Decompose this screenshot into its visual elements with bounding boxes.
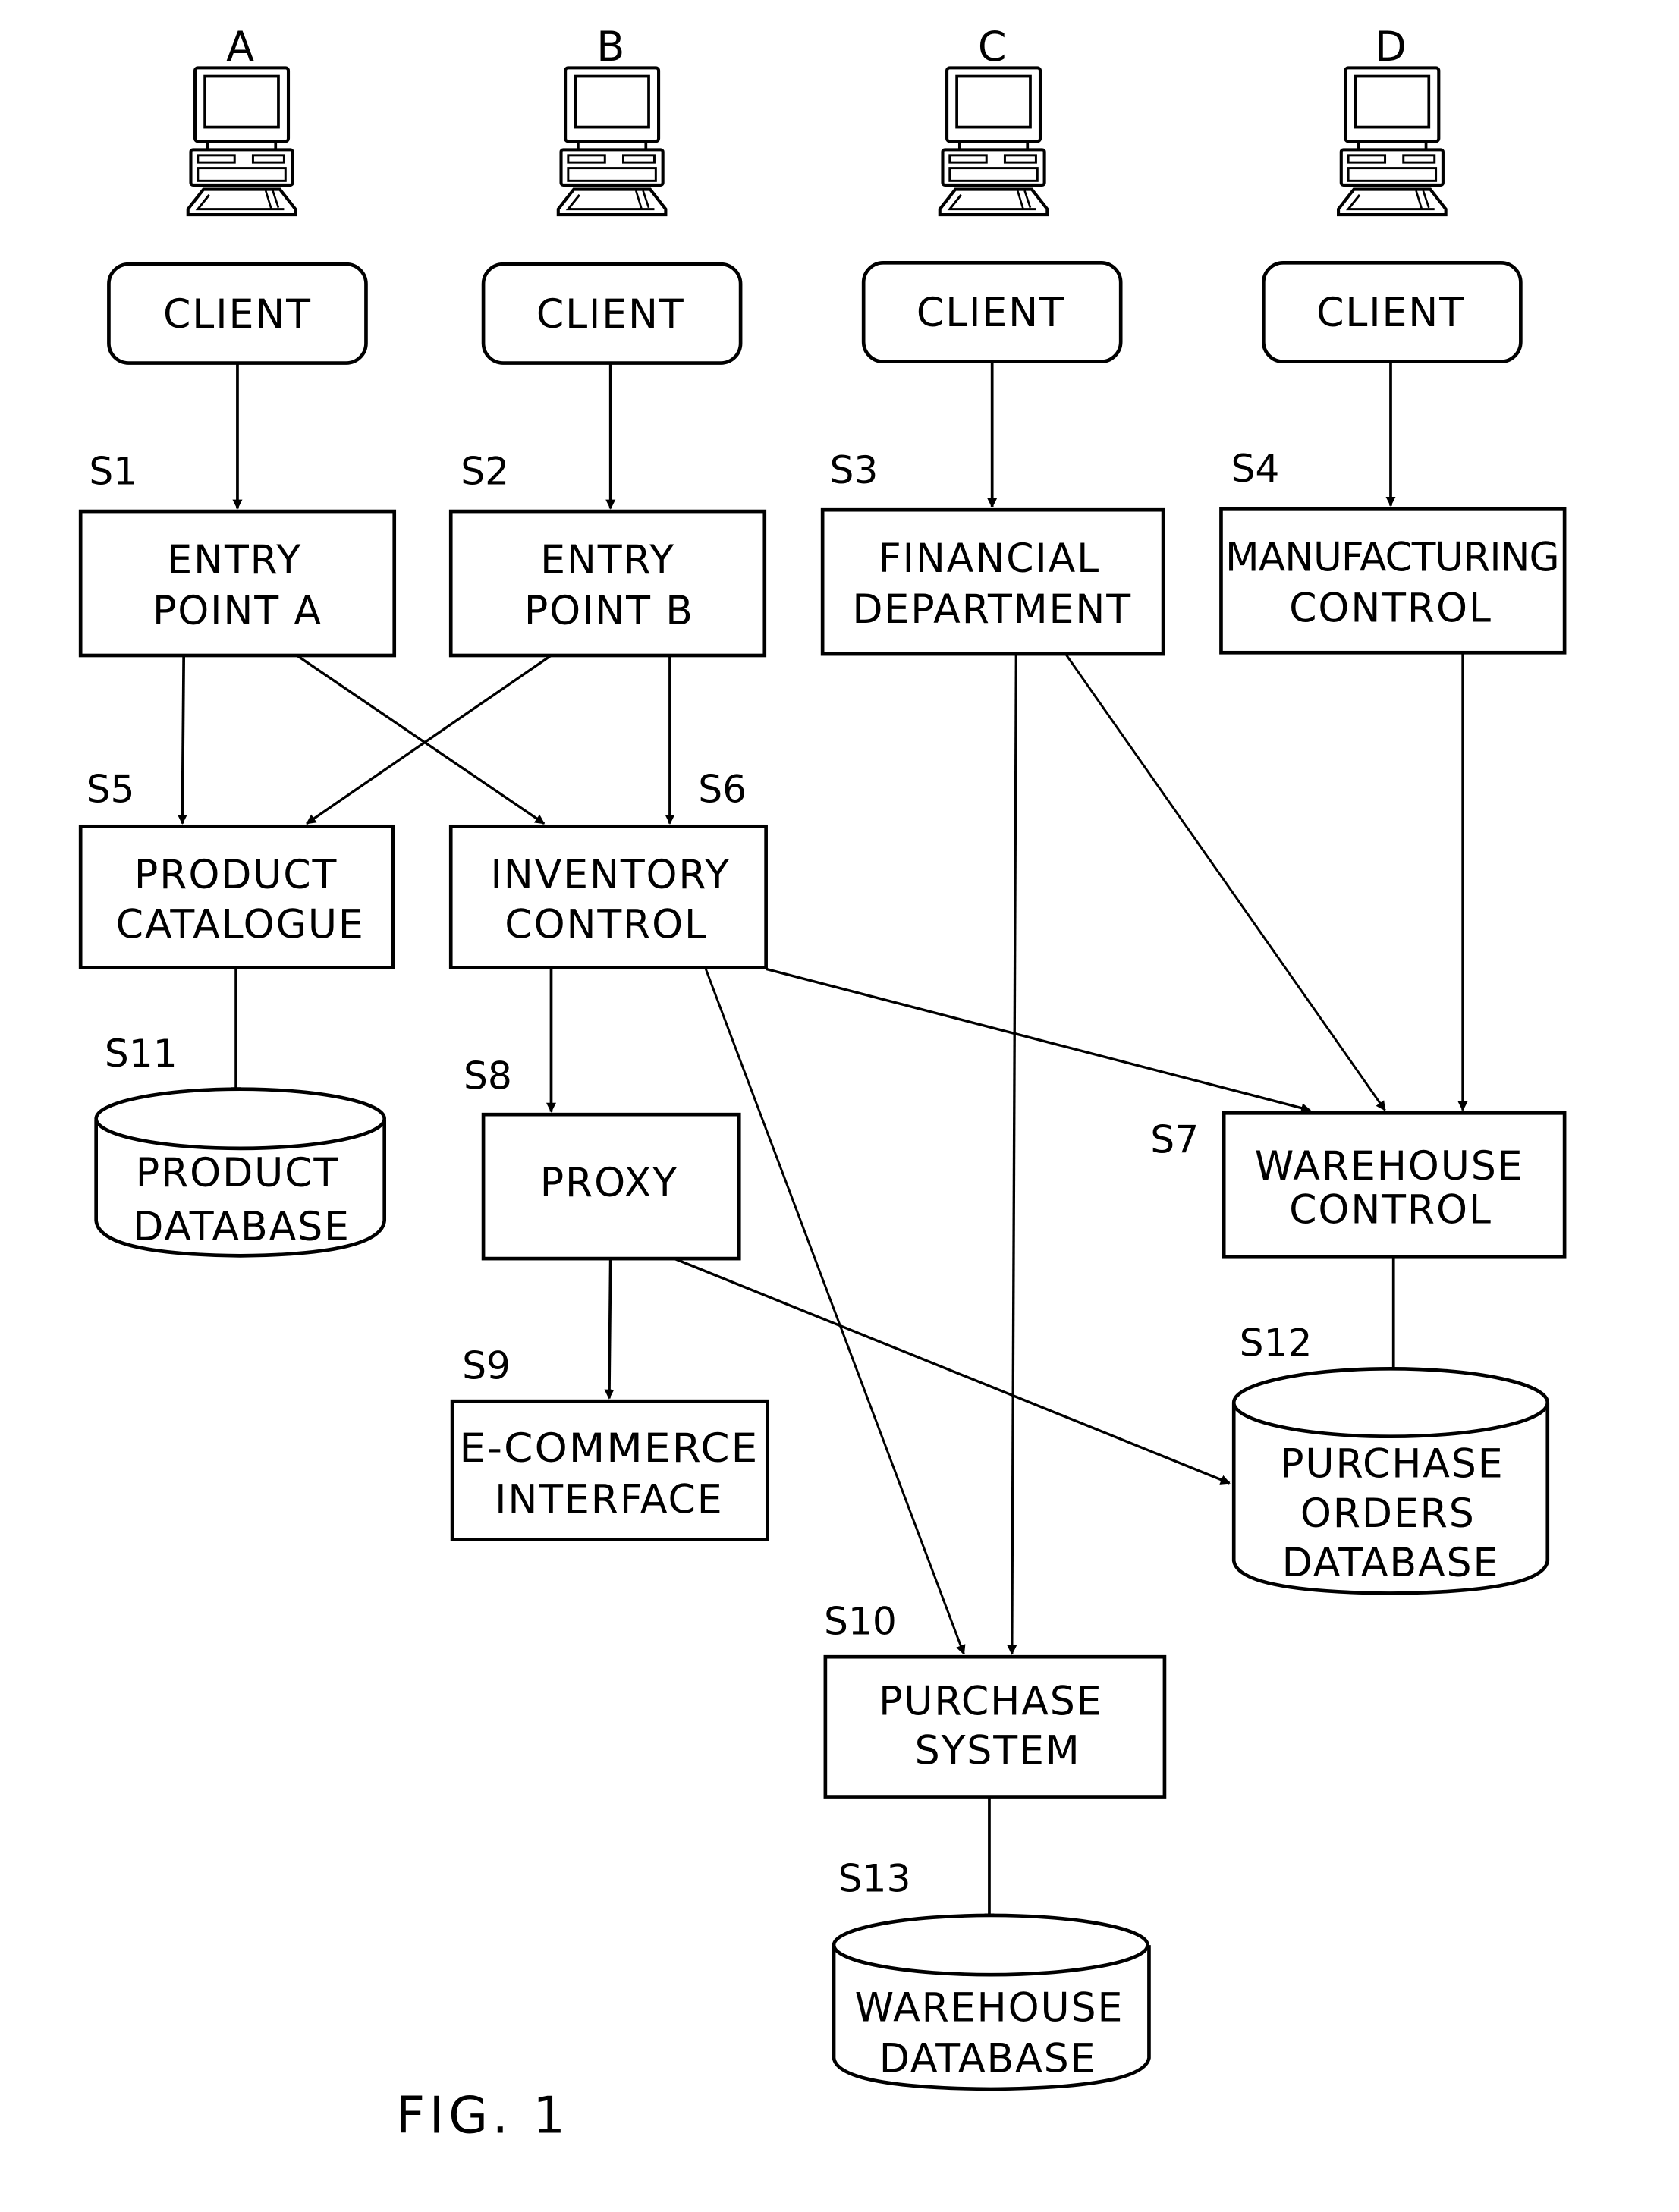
- step-label-s5: S5: [86, 767, 135, 812]
- node-text-line: ENTRY: [167, 538, 302, 583]
- client-label-d: CLIENT: [1316, 291, 1465, 336]
- node-s4: S4 MANUFACTURING CONTROL: [1219, 446, 1567, 655]
- node-text-line: PROXY: [540, 1161, 678, 1206]
- node-text-line: POINT B: [524, 589, 694, 634]
- edge-s2-s5: [306, 654, 552, 825]
- node-text-line: DATABASE: [133, 1205, 351, 1250]
- step-label-s10: S10: [824, 1598, 897, 1643]
- step-label-s1: S1: [89, 449, 137, 494]
- step-label-s8: S8: [464, 1054, 512, 1098]
- step-label-s11: S11: [105, 1031, 178, 1076]
- desktop-computer-icon: [558, 68, 666, 215]
- desktop-computer-icon: [940, 68, 1048, 215]
- client-label-b: CLIENT: [536, 292, 685, 338]
- node-text-line: MANUFACTURING: [1225, 535, 1559, 580]
- client-label-a: CLIENT: [163, 292, 312, 338]
- node-text-line: PURCHASE: [879, 1679, 1102, 1725]
- client-column-C: C CLIENT: [861, 23, 1123, 364]
- step-label-s7: S7: [1150, 1117, 1199, 1161]
- edge-s1-s6: [296, 654, 546, 825]
- edge-s6-s10: [704, 966, 966, 1655]
- node-s6: S6 INVENTORY CONTROL: [448, 767, 768, 969]
- edge-s6-s7: [766, 967, 1312, 1113]
- step-label-s12: S12: [1240, 1321, 1313, 1365]
- edge-s3-s10: [1007, 654, 1018, 1655]
- node-text-line: PURCHASE: [1280, 1442, 1504, 1488]
- node-text-line: ENTRY: [540, 538, 675, 583]
- client-column-A: A CLIENT: [107, 23, 368, 365]
- figure-label: FIG. 1: [396, 2086, 570, 2145]
- node-s13: S13 WAREHOUSE DATABASE: [832, 1855, 1151, 2091]
- client-column-B: B CLIENT: [481, 23, 743, 365]
- node-s10: S10 PURCHASE SYSTEM: [823, 1598, 1167, 1799]
- node-s12: S12 PURCHASE ORDERS DATABASE: [1231, 1321, 1550, 1595]
- edge-s1-s5: [177, 655, 187, 825]
- node-s11: S11 PRODUCT DATABASE: [94, 1031, 387, 1258]
- step-label-s13: S13: [838, 1855, 911, 1900]
- node-text-line: WAREHOUSE: [1255, 1144, 1524, 1189]
- step-label-s6: S6: [698, 767, 747, 812]
- node-text-line: CONTROL: [1289, 586, 1492, 631]
- node-text-line: CONTROL: [505, 902, 708, 947]
- node-text-line: PRODUCT: [134, 853, 338, 898]
- node-text-line: POINT A: [152, 589, 322, 634]
- step-label-s9: S9: [462, 1343, 511, 1387]
- node-s8: S8 PROXY: [464, 1054, 741, 1261]
- system-flow-diagram: A CLIENT B CLIENT C CLIENT D CLIENT S1 E…: [78, 23, 1567, 2145]
- client-letter-c: C: [978, 23, 1007, 71]
- purchase-system-box: [823, 1654, 1167, 1799]
- node-text-line: DATABASE: [879, 2037, 1097, 2082]
- step-label-s4: S4: [1231, 446, 1279, 491]
- step-label-s2: S2: [461, 449, 509, 494]
- node-text-line: E-COMMERCE: [459, 1426, 759, 1472]
- node-text-line: PRODUCT: [136, 1151, 339, 1196]
- desktop-computer-icon: [188, 68, 296, 215]
- client-column-D: D CLIENT: [1262, 23, 1523, 364]
- node-text-line: DATABASE: [1282, 1541, 1500, 1586]
- client-letter-a: A: [226, 23, 254, 71]
- node-text-line: CATALOGUE: [116, 902, 365, 947]
- edge-s8-s9: [604, 1258, 615, 1400]
- node-text-line: DEPARTMENT: [852, 587, 1132, 633]
- client-label-c: CLIENT: [917, 291, 1065, 336]
- node-text-line: SYSTEM: [915, 1729, 1081, 1774]
- node-text-line: INTERFACE: [495, 1477, 723, 1522]
- node-text-line: ORDERS: [1300, 1491, 1476, 1537]
- step-label-s3: S3: [829, 448, 878, 492]
- node-s7: S7 WAREHOUSE CONTROL: [1150, 1111, 1567, 1259]
- node-text-line: CONTROL: [1289, 1188, 1492, 1233]
- client-letter-d: D: [1375, 23, 1407, 71]
- node-text-line: INVENTORY: [491, 853, 731, 898]
- node-text-line: FINANCIAL: [879, 536, 1100, 582]
- desktop-computer-icon: [1338, 68, 1446, 215]
- client-letter-b: B: [596, 23, 624, 71]
- node-text-line: WAREHOUSE: [855, 1986, 1124, 2031]
- node-s2: S2 ENTRY POINT B: [448, 449, 767, 658]
- edge-s3-s7: [1064, 653, 1386, 1111]
